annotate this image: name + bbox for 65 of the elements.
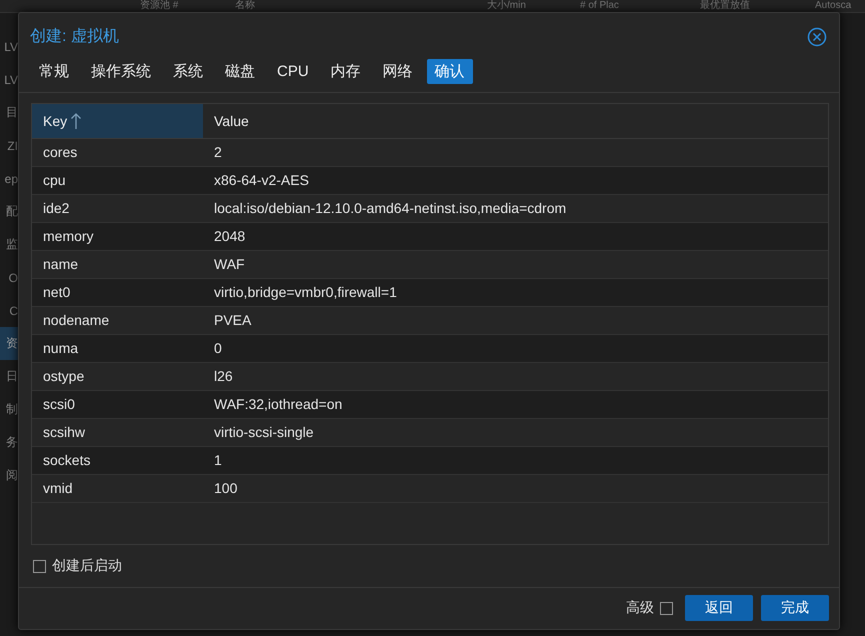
value-cell-text: 100 — [213, 480, 238, 496]
sidebar-item[interactable]: 务 — [0, 426, 18, 459]
sidebar-item[interactable]: 配 — [0, 195, 18, 228]
key-cell-text: cores — [42, 144, 78, 160]
column-header: # of Plac — [580, 0, 619, 11]
key-cell-text: nodename — [42, 312, 110, 328]
dialog-button[interactable]: 完成 — [761, 595, 829, 621]
sidebar-item[interactable]: LV — [0, 30, 18, 63]
value-cell-text: virtio,bridge=vmbr0,firewall=1 — [213, 284, 398, 300]
key-cell-text: net0 — [42, 284, 72, 300]
value-cell-text: x86-64-v2-AES — [213, 172, 310, 188]
key-cell-text: vmid — [42, 480, 74, 496]
close-icon[interactable] — [807, 26, 827, 47]
checkbox-label: 创建后启动 — [52, 557, 122, 575]
key-cell-text: numa — [42, 340, 80, 356]
tab[interactable]: CPU — [269, 58, 317, 84]
sidebar-item[interactable]: 制 — [0, 393, 18, 426]
column-header: Autosca — [815, 0, 852, 11]
value-cell-text: 2048 — [213, 228, 246, 244]
column-header[interactable]: Key — [32, 104, 203, 138]
sidebar-item[interactable]: 资 — [0, 327, 18, 360]
tab[interactable]: 确认 — [426, 58, 473, 84]
column-header[interactable]: Value — [203, 104, 828, 138]
sidebar-item[interactable]: ZI — [0, 129, 18, 162]
dialog-title: 创建: 虚拟机 — [30, 26, 119, 48]
sidebar-item[interactable]: 阅 — [0, 459, 18, 492]
key-cell-text: ostype — [42, 368, 86, 384]
column-header: 大小/min — [487, 0, 526, 11]
value-cell-text: 1 — [213, 452, 223, 468]
advanced-checkbox[interactable] — [660, 602, 673, 614]
tab[interactable]: 系统 — [165, 58, 211, 84]
sidebar-item[interactable]: O — [0, 261, 18, 294]
key-cell-text: ide2 — [42, 200, 70, 216]
value-cell-text: PVEA — [213, 312, 252, 328]
sidebar-item[interactable]: C — [0, 294, 18, 327]
key-cell-text: name — [42, 256, 80, 272]
sort-up-icon — [70, 112, 82, 130]
dialog-button[interactable]: 返回 — [685, 595, 753, 621]
value-cell-text: local:iso/debian-12.10.0-amd64-netinst.iso,media=cdrom — [213, 200, 568, 216]
sidebar-item[interactable]: 监 — [0, 228, 18, 261]
key-cell-text: memory — [42, 228, 95, 244]
column-header: 资源池 # — [140, 0, 178, 11]
column-header: 名称 — [235, 0, 255, 11]
key-cell-text: scsi0 — [42, 396, 76, 412]
value-cell-text: l26 — [213, 368, 234, 384]
tab[interactable]: 网络 — [374, 58, 421, 84]
value-cell-text: virtio-scsi-single — [213, 424, 315, 440]
key-cell-text: cpu — [42, 172, 67, 188]
sidebar-item[interactable]: 日 — [0, 360, 18, 393]
value-cell-text: 0 — [213, 340, 223, 356]
column-header: 最优置放值 — [700, 0, 750, 11]
sidebar-item[interactable]: ep — [0, 162, 18, 195]
sidebar-item[interactable]: 目 — [0, 96, 18, 129]
sidebar-item[interactable]: LV — [0, 63, 18, 96]
tab[interactable]: 常规 — [31, 58, 77, 84]
value-cell-text: WAF — [213, 256, 246, 272]
tab[interactable]: 磁盘 — [217, 58, 263, 84]
value-cell-text: WAF:32,iothread=on — [213, 396, 344, 412]
key-cell-text: scsihw — [42, 424, 86, 440]
tab[interactable]: 操作系统 — [83, 58, 159, 84]
key-cell-text: sockets — [42, 452, 92, 468]
start-after-create-checkbox[interactable] — [33, 560, 46, 572]
tab[interactable]: 内存 — [322, 58, 369, 84]
advanced-label: 高级 — [626, 599, 654, 617]
value-cell-text: 2 — [213, 144, 223, 160]
